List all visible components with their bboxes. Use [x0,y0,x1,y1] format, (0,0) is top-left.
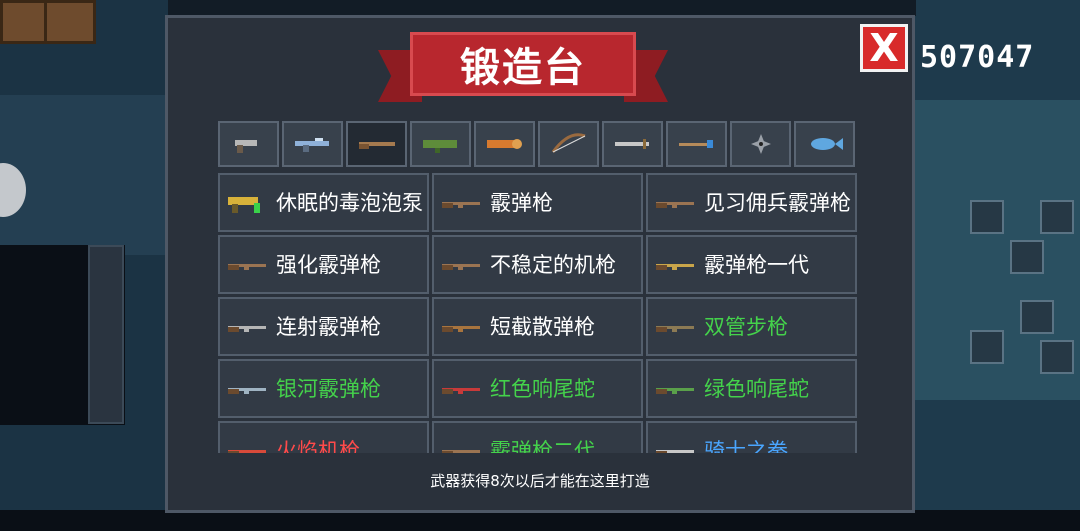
bow-icon [549,132,589,156]
tab-rifle[interactable] [282,121,343,167]
shotgun-icon [440,379,486,399]
weapon-item[interactable]: 霰弹枪 [432,173,643,232]
crate [1040,200,1074,234]
tab-launcher[interactable] [410,121,471,167]
weapon-name: 双管步枪 [704,314,788,339]
weapon-name: 连射霰弹枪 [276,314,381,339]
shotgun-icon [440,193,486,213]
tab-pistol[interactable] [218,121,279,167]
fish-icon [805,132,845,156]
banner-main: 锻造台 [410,32,636,96]
weapon-item[interactable]: 火焰机枪 [218,421,429,453]
weapon-name: 强化霰弹枪 [276,252,381,277]
weapon-item[interactable]: 红色响尾蛇 [432,359,643,418]
shotgun-icon [440,255,486,275]
shotgun-icon [357,132,397,156]
bottom-wall [0,510,1080,531]
weapon-item[interactable]: 双管步枪 [646,297,857,356]
weapon-category-tabs [218,121,855,167]
weapon-name: 霰弹枪一代 [704,252,809,277]
weapon-name: 见习佣兵霰弹枪 [704,190,851,215]
picture-frame [44,0,96,44]
launcher-icon [421,132,461,156]
weapon-item[interactable]: 短截散弹枪 [432,297,643,356]
rifle-icon [293,132,333,156]
weapon-item[interactable]: 见习佣兵霰弹枪 [646,173,857,232]
weapon-name: 骑士之拳 [704,438,788,454]
weapon-name: 火焰机枪 [276,438,360,454]
crate [1040,340,1074,374]
weapon-item[interactable]: 强化霰弹枪 [218,235,429,294]
weapon-name: 霰弹枪 [490,190,553,215]
crate [970,330,1004,364]
crate [1010,240,1044,274]
weapon-grid: 休眠的毒泡泡泵 霰弹枪 见习佣兵霰弹枪强化霰弹枪 不稳定的机枪 霰弹枪一代连射霰弹枪 短截… [218,173,858,453]
top-wall [168,0,916,16]
weapon-item[interactable]: 霰弹枪一代 [646,235,857,294]
tab-shuriken[interactable] [730,121,791,167]
left-room [0,0,170,531]
shotgun-icon [654,317,700,337]
shotgun-icon [226,379,272,399]
left-floor [0,95,170,255]
shotgun-icon [440,441,486,453]
staff-icon [677,132,717,156]
weapon-name: 短截散弹枪 [490,314,595,339]
tab-shotgun[interactable] [346,121,407,167]
weapon-item[interactable]: 霰弹枪二代 [432,421,643,453]
weapon-list[interactable]: 休眠的毒泡泡泵 霰弹枪 见习佣兵霰弹枪强化霰弹枪 不稳定的机枪 霰弹枪一代连射霰弹枪 短截… [218,173,858,453]
weapon-name: 霰弹枪二代 [490,438,595,454]
blade-icon [613,132,653,156]
shotgun-icon [654,193,700,213]
tab-bow[interactable] [538,121,599,167]
close-icon: X [869,26,899,70]
tab-fish[interactable] [794,121,855,167]
weapon-item[interactable]: 休眠的毒泡泡泵 [218,173,429,232]
left-pillar [88,245,124,424]
shotgun-icon [440,317,486,337]
weapon-name: 红色响尾蛇 [490,376,595,401]
crate [1020,300,1054,334]
shotgun-icon [654,441,700,453]
shotgun-icon [654,255,700,275]
tab-staff[interactable] [666,121,727,167]
crate [970,200,1004,234]
weapon-item[interactable]: 连射霰弹枪 [218,297,429,356]
weapon-name: 休眠的毒泡泡泵 [276,190,423,215]
weapon-item[interactable]: 银河霰弹枪 [218,359,429,418]
weapon-item[interactable]: 绿色响尾蛇 [646,359,857,418]
weapon-item[interactable]: 不稳定的机枪 [432,235,643,294]
shotgun-icon [226,255,272,275]
shuriken-icon [741,132,781,156]
page-title: 锻造台 [460,45,586,91]
cannon-icon [485,132,525,156]
pistol-icon [229,132,269,156]
close-button[interactable]: X [860,24,908,72]
coin-counter: 507047 [920,40,1035,75]
right-room [910,0,1080,531]
weapon-item[interactable]: 骑士之拳 [646,421,857,453]
weapon-name: 不稳定的机枪 [490,252,616,277]
title-banner: 锻造台 [378,32,668,104]
weapon-name: 银河霰弹枪 [276,376,381,401]
tab-blade[interactable] [602,121,663,167]
bubble-pump-icon [226,193,272,213]
weapon-name: 绿色响尾蛇 [704,376,809,401]
forge-hint: 武器获得8次以后才能在这里打造 [430,472,650,490]
shotgun-icon [654,379,700,399]
shotgun-icon [226,317,272,337]
tab-cannon[interactable] [474,121,535,167]
shotgun-icon [226,441,272,453]
